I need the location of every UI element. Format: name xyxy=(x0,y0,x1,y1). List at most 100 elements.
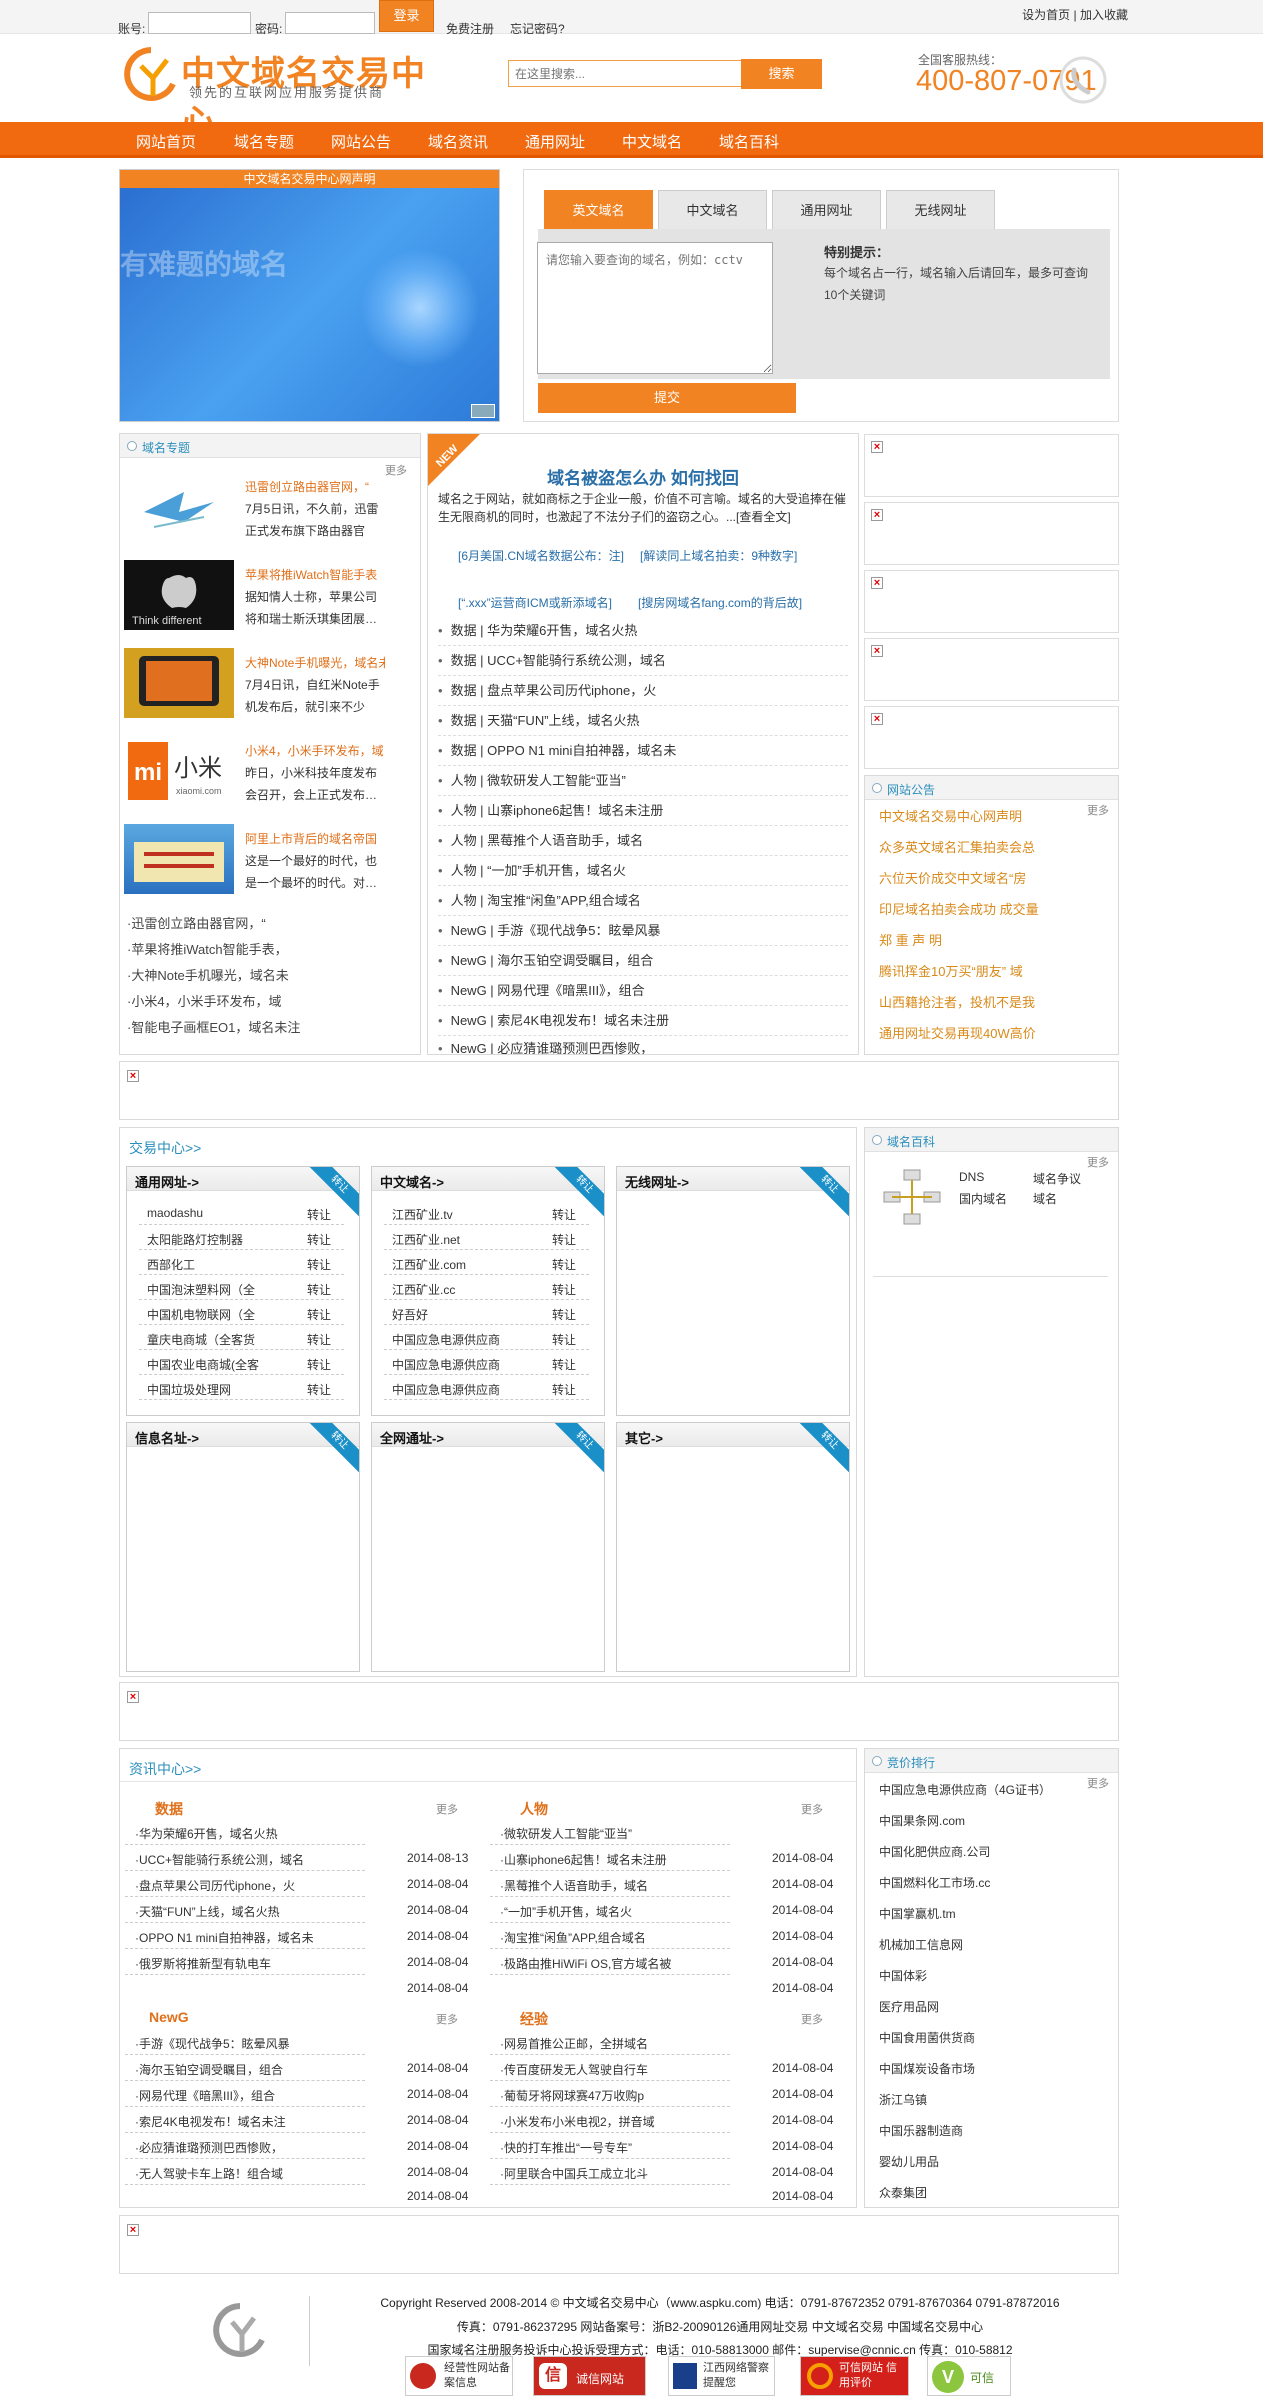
domain-query-textarea[interactable] xyxy=(537,242,773,374)
news-row[interactable]: • 人物 | 山寨iphone6起售！域名未注册 xyxy=(438,800,848,826)
info-row[interactable]: 2014-08-04 xyxy=(125,2183,468,2209)
wiki-item[interactable]: 国内域名 xyxy=(959,1190,1007,1207)
news-row[interactable]: • 数据 | 天猫“FUN”上线，域名火热 xyxy=(438,710,848,736)
banner-image[interactable]: 有难题的域名 xyxy=(120,188,499,421)
badge-credible[interactable]: 可信网站 信用评价 xyxy=(800,2356,909,2396)
topic-item[interactable]: 阿里上市背后的域名帝国 这是一个最好的时代，也是一个最坏的时代。对…[详细] xyxy=(124,824,384,900)
news-row[interactable]: • NewG | 索尼4K电视发布！域名未注册 xyxy=(438,1010,848,1036)
table-row[interactable]: 江西矿业.cc 转让 xyxy=(384,1276,589,1300)
rank-item[interactable]: 中国体彩 xyxy=(879,1967,927,1984)
rank-item[interactable]: 中国煤炭设备市场 xyxy=(879,2060,975,2077)
wide-ad-slot[interactable]: × xyxy=(119,1061,1119,1120)
info-row[interactable]: ·UCC+智能骑行系统公测，域名 2014-08-13 xyxy=(125,1845,468,1871)
table-row[interactable]: 中国应急电源供应商 转让 xyxy=(384,1376,589,1400)
rank-item[interactable]: 中国化肥供应商.公司 xyxy=(879,1843,990,1860)
banner-title[interactable]: 中文域名交易中心网声明 xyxy=(120,170,499,188)
info-cat-title[interactable]: 人物 xyxy=(520,1799,548,1819)
ad-slot[interactable]: × xyxy=(864,570,1119,633)
login-button[interactable]: 登录 xyxy=(379,0,434,32)
table-row[interactable]: 中国农业电商城(全客 转让 xyxy=(139,1351,344,1375)
topic-item[interactable]: mi 小米 xiaomi.com 小米4，小米手环发布，域 昨日，小米科技年度发布会… xyxy=(124,736,384,812)
trade-col-title[interactable]: 通用网址-> xyxy=(135,1172,199,1191)
list-item[interactable]: ·迅雷创立路由器官网，“ xyxy=(127,913,266,932)
search-input[interactable] xyxy=(508,60,742,87)
logo[interactable]: 中文域名交易中心 领先的互联网应用服务提供商 xyxy=(123,40,443,142)
table-row[interactable]: 中国垃圾处理网 转让 xyxy=(139,1376,344,1400)
table-row[interactable]: 太阳能路灯控制器 转让 xyxy=(139,1226,344,1250)
tab-chinese-domain[interactable]: 中文域名 xyxy=(658,190,767,230)
slide-control-icon[interactable] xyxy=(471,404,495,418)
topic-title[interactable]: 阿里上市背后的域名帝国 xyxy=(245,830,385,847)
news-row[interactable]: • 人物 | 黑莓推个人语音助手，域名 xyxy=(438,830,848,856)
table-row[interactable]: 江西矿业.net 转让 xyxy=(384,1226,589,1250)
trade-col-title[interactable]: 中文域名-> xyxy=(380,1172,444,1191)
topic-title[interactable]: 苹果将推iWatch智能手表 xyxy=(245,566,385,583)
notice-item[interactable]: 通用网址交易再现40W高价 xyxy=(879,1023,1036,1042)
info-row[interactable]: ·华为荣耀6开售，域名火热 xyxy=(125,1819,365,1845)
rank-item[interactable]: 婴幼儿用品 xyxy=(879,2153,939,2170)
nav-chinese-domain[interactable]: 中文域名 xyxy=(622,131,682,152)
table-row[interactable]: 江西矿业.com 转让 xyxy=(384,1251,589,1275)
info-cat-title[interactable]: 经验 xyxy=(520,2009,548,2029)
notice-item[interactable]: 郑 重 声 明 xyxy=(879,930,942,949)
news-row[interactable]: • NewG | 必应猜谁璐预测巴西惨败， xyxy=(438,1038,848,1054)
topics-more-link[interactable]: 更多 xyxy=(385,462,407,478)
rank-item[interactable]: 中国果条网.com xyxy=(879,1812,965,1829)
news-row[interactable]: • 数据 | 华为荣耀6开售，域名火热 xyxy=(438,620,848,646)
info-row[interactable]: ·必应猜谁璐预测巴西惨败， 2014-08-04 xyxy=(125,2133,468,2159)
news-row[interactable]: • 人物 | 淘宝推“闲鱼”APP,组合域名 xyxy=(438,890,848,916)
search-button[interactable]: 搜索 xyxy=(741,59,822,89)
tab-english-domain[interactable]: 英文域名 xyxy=(544,190,653,230)
notice-item[interactable]: 腾讯挥金10万买“朋友” 域 xyxy=(879,961,1023,980)
bookmark-link[interactable]: 加入收藏 xyxy=(1080,8,1128,22)
ad-slot[interactable]: × xyxy=(864,638,1119,701)
nav-notices[interactable]: 网站公告 xyxy=(331,131,391,152)
password-input[interactable] xyxy=(285,12,375,34)
notice-more-link[interactable]: 更多 xyxy=(1087,802,1109,818)
account-input[interactable] xyxy=(148,12,251,34)
list-item[interactable]: ·苹果将推iWatch智能手表， xyxy=(127,939,288,958)
wide-ad-slot[interactable]: × xyxy=(119,2215,1119,2274)
table-row[interactable]: 中国泡沫塑料网（全 转让 xyxy=(139,1276,344,1300)
more-link[interactable]: 更多 xyxy=(436,1801,458,1817)
list-item[interactable]: ·智能电子画框EO1，域名未注 xyxy=(127,1017,300,1036)
info-row[interactable]: ·索尼4K电视发布！域名未注 2014-08-04 xyxy=(125,2107,468,2133)
list-item[interactable]: ·小米4，小米手环发布，域 xyxy=(127,991,282,1010)
ad-slot[interactable]: × xyxy=(864,706,1119,769)
info-center-title[interactable]: 资讯中心>> xyxy=(129,1759,201,1779)
info-row[interactable]: ·手游《现代战争5：眩晕风暴 xyxy=(125,2029,365,2055)
info-row[interactable]: 2014-08-04 xyxy=(490,2183,833,2209)
set-home-link[interactable]: 设为首页 xyxy=(1022,8,1070,22)
news-row[interactable]: • 人物 | 微软研发人工智能“亚当” xyxy=(438,770,848,796)
rank-item[interactable]: 中国燃料化工市场.cc xyxy=(879,1874,990,1891)
info-row[interactable]: ·无人驾驶卡车上路！组合域 2014-08-04 xyxy=(125,2159,468,2185)
news-row[interactable]: • 数据 | UCC+智能骑行系统公测，域名 xyxy=(438,650,848,676)
nav-news[interactable]: 域名资讯 xyxy=(428,131,488,152)
badge-trust[interactable]: 信 诚信网站 xyxy=(533,2356,646,2396)
info-row[interactable]: ·网易代理《暗黑III》，组合 2014-08-04 xyxy=(125,2081,468,2107)
notice-item[interactable]: 众多英文域名汇集拍卖会总 xyxy=(879,837,1035,856)
table-row[interactable]: 中国机电物联网（全 转让 xyxy=(139,1301,344,1325)
tab-wireless-url[interactable]: 无线网址 xyxy=(886,190,995,230)
trade-col-title[interactable]: 全网通址-> xyxy=(380,1428,444,1447)
register-link[interactable]: 免费注册 xyxy=(446,20,494,37)
trade-center-title[interactable]: 交易中心>> xyxy=(129,1138,201,1158)
tab-generic-url[interactable]: 通用网址 xyxy=(772,190,881,230)
topic-item[interactable]: 迅雷创立路由器官网，“ 7月5日讯，不久前，迅雷正式发布旗下路由器官网…[详细] xyxy=(124,472,384,548)
info-row[interactable]: ·OPPO N1 mini自拍神器，域名未 2014-08-04 xyxy=(125,1923,468,1949)
forgot-password-link[interactable]: 忘记密码? xyxy=(510,20,565,37)
table-row[interactable]: 童庆电商城（全客货 转让 xyxy=(139,1326,344,1350)
topic-title[interactable]: 大神Note手机曝光，域名未 xyxy=(245,654,385,671)
more-link[interactable]: 更多 xyxy=(801,1801,823,1817)
info-row[interactable]: 2014-08-04 xyxy=(490,1975,833,2001)
rank-item[interactable]: 众泰集团 xyxy=(879,2184,927,2201)
featured-title[interactable]: 域名被盗怎么办 如何找回 xyxy=(428,464,858,489)
table-row[interactable]: 好吾好 转让 xyxy=(384,1301,589,1325)
nav-generic-url[interactable]: 通用网址 xyxy=(525,131,585,152)
table-row[interactable]: 西部化工 转让 xyxy=(139,1251,344,1275)
table-row[interactable]: 江西矿业.tv 转让 xyxy=(384,1201,589,1225)
more-link[interactable]: 更多 xyxy=(436,2011,458,2027)
rank-item[interactable]: 中国掌赢机.tm xyxy=(879,1905,956,1922)
info-row[interactable]: 2014-08-04 xyxy=(125,1975,468,2001)
info-row[interactable]: ·淘宝推“闲鱼”APP,组合域名 2014-08-04 xyxy=(490,1923,833,1949)
